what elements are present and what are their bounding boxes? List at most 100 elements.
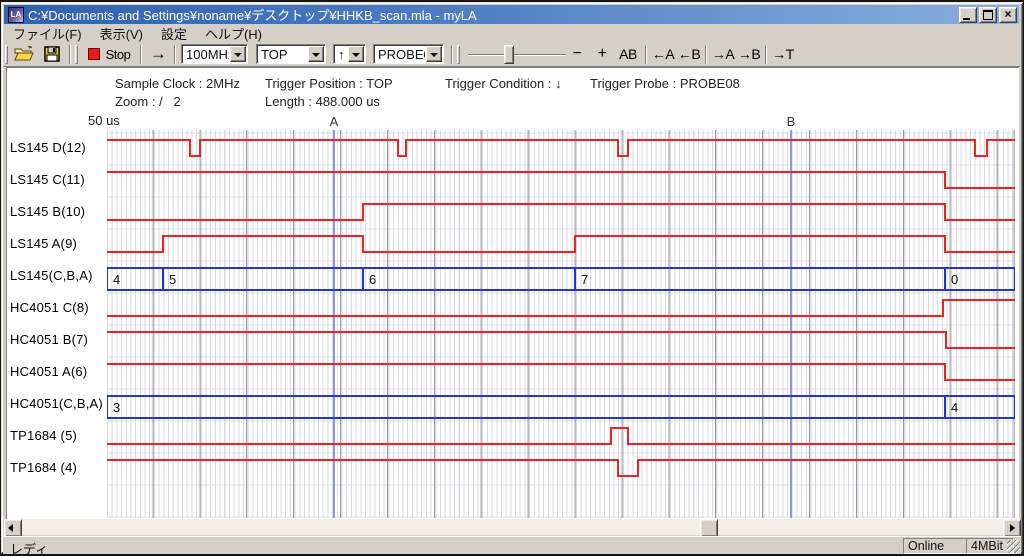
save-floppy-icon <box>44 46 60 62</box>
sample-clock-info: Sample Clock : 2MHz <box>115 76 240 91</box>
channel-label: HC4051 A(6) <box>10 364 87 379</box>
digital-trace <box>107 364 1015 380</box>
chevron-down-icon[interactable] <box>308 46 324 62</box>
bus-trace <box>107 396 1015 418</box>
scrollbar-thumb[interactable] <box>700 519 718 537</box>
zoom-slider-thumb[interactable] <box>504 45 514 64</box>
trigger-probe-info: Trigger Probe : PROBE08 <box>590 76 740 91</box>
stop-label: Stop <box>106 47 131 62</box>
stop-square-icon <box>88 48 100 60</box>
digital-trace <box>107 460 1015 476</box>
channel-label: HC4051 C(8) <box>10 300 89 315</box>
bus-value: 6 <box>369 272 376 287</box>
toolbar-separator <box>765 45 767 64</box>
bus-value: 0 <box>951 272 958 287</box>
ab-span-button[interactable]: AB <box>614 43 642 65</box>
close-icon: × <box>1000 7 1016 21</box>
channel-label: TP1684 (5) <box>10 428 77 443</box>
chevron-down-icon[interactable] <box>230 46 246 62</box>
window-title: C:¥Documents and Settings¥noname¥デスクトップ¥… <box>28 5 957 24</box>
scroll-left-button[interactable] <box>4 519 22 537</box>
resize-grip[interactable] <box>1007 540 1020 553</box>
toolbar: Stop → 100MHz TOP ↑ PROBE00 − + AB <box>4 43 1020 67</box>
digital-trace <box>107 428 1015 444</box>
length-info: Length : 488.000 us <box>265 94 380 109</box>
trigger-edge-combo[interactable]: ↑ <box>333 44 366 64</box>
stop-button[interactable]: Stop <box>82 43 136 65</box>
chevron-down-icon[interactable] <box>426 46 442 62</box>
bus-value: 5 <box>169 272 176 287</box>
run-button[interactable]: → <box>146 43 170 65</box>
app-icon: LA <box>8 7 24 23</box>
statusbar: レディ Online 4MBit <box>3 536 1021 554</box>
channel-label: LS145(C,B,A) <box>10 268 93 283</box>
trigger-position-combo[interactable]: TOP <box>256 44 326 64</box>
move-a-left-button[interactable]: ←A <box>650 43 676 65</box>
digital-trace <box>107 236 1015 252</box>
run-arrow-icon: → <box>150 44 167 64</box>
menu-settings[interactable]: 設定 <box>152 23 196 44</box>
maximize-button[interactable] <box>979 7 997 23</box>
digital-trace <box>107 300 1015 316</box>
screen: LA C:¥Documents and Settings¥noname¥デスクト… <box>0 0 1024 556</box>
scroll-right-button[interactable] <box>1003 519 1021 537</box>
toolbar-separator <box>705 45 707 64</box>
bus-value: 3 <box>113 400 120 415</box>
move-b-left-button[interactable]: ←B <box>676 43 702 65</box>
channel-label: TP1684 (4) <box>10 460 77 475</box>
digital-trace <box>107 172 1015 188</box>
move-a-right-button[interactable]: →A <box>710 43 736 65</box>
bus-value: 4 <box>951 400 958 415</box>
marker-b-label: B <box>785 114 797 129</box>
probe-select-value: PROBE00 <box>374 47 425 62</box>
digital-trace <box>107 140 1015 156</box>
close-button[interactable]: × <box>999 7 1017 23</box>
toolbar-grip[interactable] <box>457 45 460 64</box>
digital-trace <box>107 204 1015 220</box>
zoom-in-button[interactable]: + <box>590 43 614 65</box>
toolbar-separator <box>174 45 176 64</box>
trigger-position-value: TOP <box>257 47 307 62</box>
toolbar-grip[interactable] <box>5 45 8 64</box>
channel-label: HC4051 B(7) <box>10 332 88 347</box>
channel-label: HC4051(C,B,A) <box>10 396 103 411</box>
minimize-icon <box>963 18 970 20</box>
channel-label: LS145 D(12) <box>10 140 86 155</box>
titlebar[interactable]: LA C:¥Documents and Settings¥noname¥デスクト… <box>4 5 1019 24</box>
menu-help[interactable]: ヘルプ(H) <box>196 23 271 44</box>
move-b-right-button[interactable]: →B <box>736 43 762 65</box>
status-ready-text: レディ <box>10 539 48 556</box>
zoom-info: Zoom : / 2 <box>115 94 181 109</box>
zoom-out-button[interactable]: − <box>564 43 590 65</box>
minimize-button[interactable] <box>959 7 977 23</box>
toolbar-separator <box>140 45 142 64</box>
save-file-button[interactable] <box>40 44 64 64</box>
timebase-label: 50 us <box>88 113 120 128</box>
goto-trigger-button[interactable]: →T <box>770 43 796 65</box>
horizontal-scrollbar[interactable] <box>4 519 1020 535</box>
toolbar-separator <box>69 45 71 64</box>
zoom-slider-track[interactable] <box>468 54 566 56</box>
bus-value: 7 <box>581 272 588 287</box>
digital-trace <box>107 332 1015 348</box>
arrow-left-icon <box>8 524 13 532</box>
maximize-icon <box>983 10 993 20</box>
toolbar-separator <box>645 45 647 64</box>
sample-rate-value: 100MHz <box>182 47 229 62</box>
open-folder-icon <box>14 46 34 62</box>
arrow-right-icon <box>1010 524 1015 532</box>
channel-label: LS145 A(9) <box>10 236 77 251</box>
trigger-edge-value: ↑ <box>334 47 347 62</box>
chevron-down-icon[interactable] <box>348 46 364 62</box>
trigger-condition-info: Trigger Condition : ↓ <box>445 76 562 91</box>
waveform-canvas[interactable]: 4 5 6 7 0 3 4 <box>107 130 1015 518</box>
menu-view[interactable]: 表示(V) <box>91 23 152 44</box>
menubar: ファイル(F) 表示(V) 設定 ヘルプ(H) <box>4 24 1019 42</box>
open-file-button[interactable] <box>12 44 36 64</box>
menu-file[interactable]: ファイル(F) <box>4 23 91 44</box>
sample-rate-combo[interactable]: 100MHz <box>181 44 248 64</box>
marker-a-label: A <box>328 114 340 129</box>
bus-value: 4 <box>113 272 120 287</box>
toolbar-grip[interactable] <box>75 45 78 64</box>
probe-select-combo[interactable]: PROBE00 <box>373 44 444 64</box>
